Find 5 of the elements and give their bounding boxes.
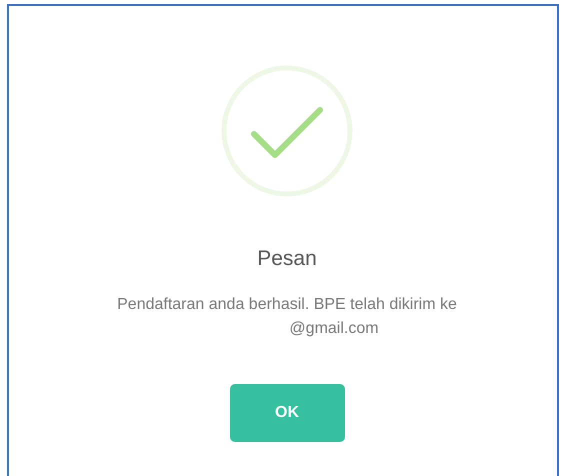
ok-button[interactable]: OK xyxy=(230,384,344,442)
success-check-icon xyxy=(220,64,354,198)
dialog-title: Pesan xyxy=(257,247,317,271)
message-text: Pendaftaran anda berhasil. BPE telah dikirim ke xyxy=(117,295,457,315)
message-text: @gmail.com xyxy=(288,319,379,339)
